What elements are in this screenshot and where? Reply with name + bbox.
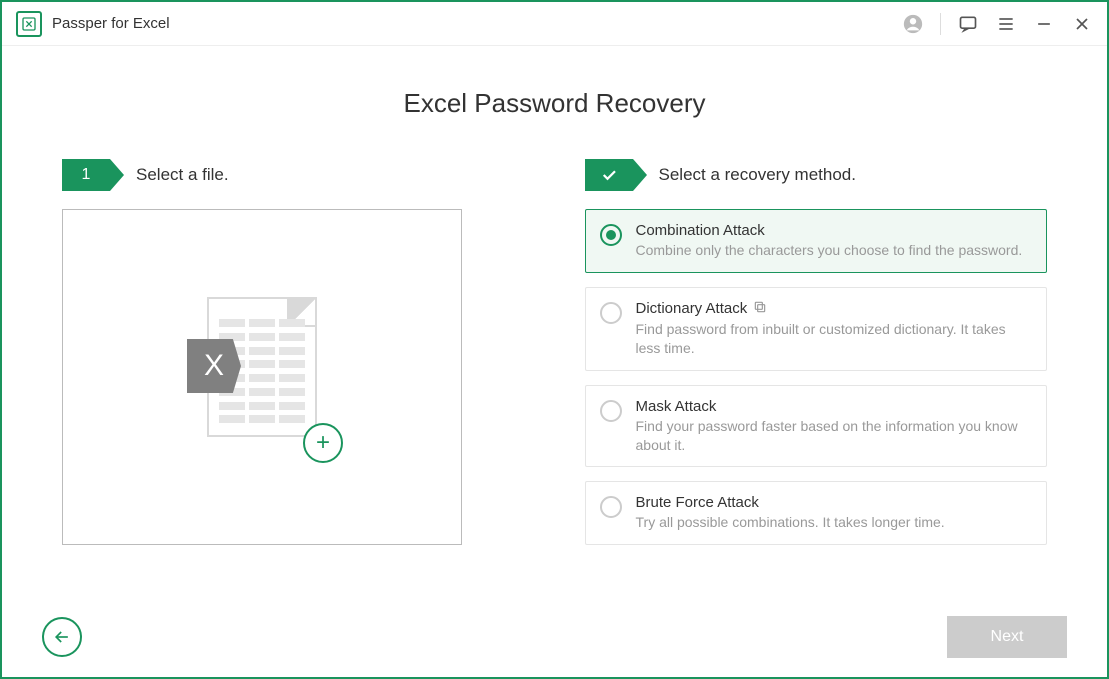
method-list: Combination Attack Combine only the char… xyxy=(585,209,1048,545)
step2-header: Select a recovery method. xyxy=(585,159,1048,191)
next-button[interactable]: Next xyxy=(947,616,1067,658)
method-title: Combination Attack xyxy=(636,222,1023,239)
method-desc: Find your password faster based on the i… xyxy=(636,417,1033,455)
excel-x-icon: X xyxy=(187,339,241,393)
file-dropzone[interactable]: X + xyxy=(62,209,462,545)
radio-icon xyxy=(600,302,622,324)
step1-header: 1 Select a file. xyxy=(62,159,525,191)
method-title: Dictionary Attack xyxy=(636,300,1033,318)
page-title: Excel Password Recovery xyxy=(2,88,1107,119)
titlebar: Passper for Excel xyxy=(2,2,1107,46)
copy-icon[interactable] xyxy=(753,300,767,318)
app-window: Passper for Excel Excel Password Recover… xyxy=(0,0,1109,679)
method-mask-attack[interactable]: Mask Attack Find your password faster ba… xyxy=(585,385,1048,468)
add-file-icon: + xyxy=(303,423,343,463)
method-combination-attack[interactable]: Combination Attack Combine only the char… xyxy=(585,209,1048,273)
step1-label: Select a file. xyxy=(136,165,229,185)
app-logo-icon xyxy=(16,11,42,37)
account-icon[interactable] xyxy=(902,13,924,35)
step2-badge xyxy=(585,159,633,191)
method-desc: Try all possible combinations. It takes … xyxy=(636,513,945,532)
file-select-column: 1 Select a file. xyxy=(62,159,525,597)
minimize-button[interactable] xyxy=(1033,13,1055,35)
step1-badge: 1 xyxy=(62,159,110,191)
radio-icon xyxy=(600,400,622,422)
method-title: Brute Force Attack xyxy=(636,494,945,511)
method-title: Mask Attack xyxy=(636,398,1033,415)
method-desc: Find password from inbuilt or customized… xyxy=(636,320,1033,358)
method-select-column: Select a recovery method. Combination At… xyxy=(585,159,1048,597)
method-dictionary-attack[interactable]: Dictionary Attack Find password from inb… xyxy=(585,287,1048,371)
excel-file-icon: X + xyxy=(187,297,337,457)
method-brute-force-attack[interactable]: Brute Force Attack Try all possible comb… xyxy=(585,481,1048,545)
app-title: Passper for Excel xyxy=(52,15,170,32)
feedback-icon[interactable] xyxy=(957,13,979,35)
step2-label: Select a recovery method. xyxy=(659,165,856,185)
footer: Next xyxy=(2,597,1107,677)
radio-icon xyxy=(600,496,622,518)
titlebar-divider xyxy=(940,13,941,35)
back-button[interactable] xyxy=(42,617,82,657)
close-button[interactable] xyxy=(1071,13,1093,35)
menu-icon[interactable] xyxy=(995,13,1017,35)
radio-icon xyxy=(600,224,622,246)
method-desc: Combine only the characters you choose t… xyxy=(636,241,1023,260)
main-content: 1 Select a file. xyxy=(2,119,1107,597)
